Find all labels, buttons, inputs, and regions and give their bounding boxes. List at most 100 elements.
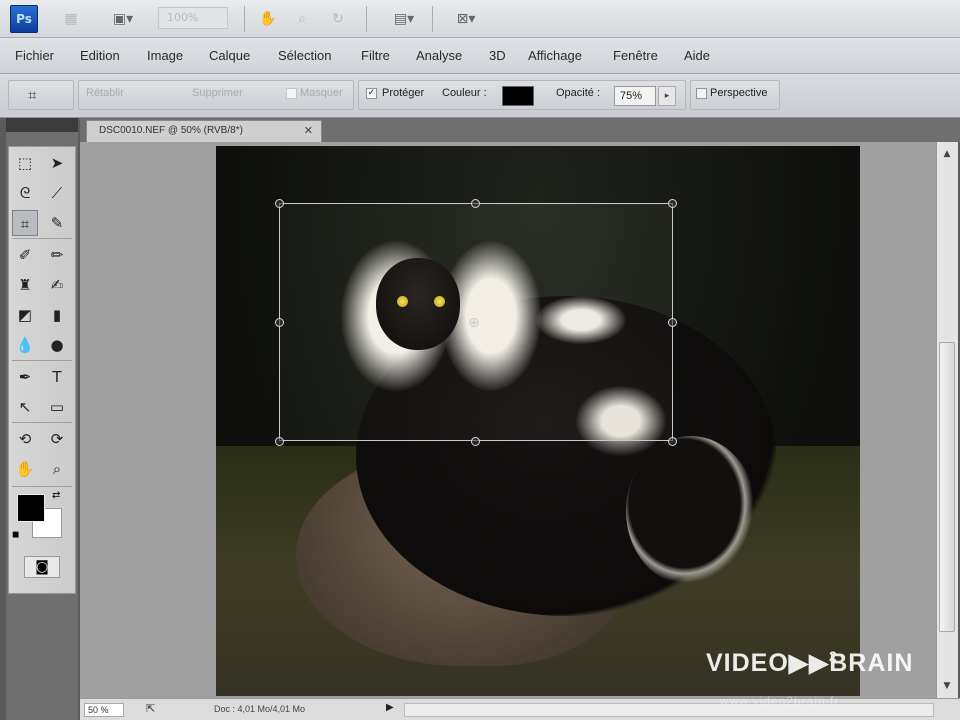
divider (12, 486, 72, 487)
document-tab[interactable]: DSC0010.NEF @ 50% (RVB/8*) ✕ (86, 120, 322, 142)
menu-fenetre[interactable]: Fenêtre (613, 48, 658, 63)
opacity-label: Opacité : (556, 87, 601, 99)
crop-handle-top-right[interactable] (668, 199, 677, 208)
document-tab-title: DSC0010.NEF @ 50% (RVB/8*) (99, 125, 243, 136)
protect-label: Protéger (382, 87, 425, 99)
divider (12, 238, 72, 239)
menu-fichier[interactable]: Fichier (15, 48, 54, 63)
tools-panel-header[interactable] (6, 118, 78, 132)
crop-handle-right[interactable] (668, 318, 677, 327)
menu-affichage[interactable]: Affichage (528, 48, 582, 63)
quick-selection-tool-icon[interactable]: ⟋ (44, 180, 70, 206)
menu-analyse[interactable]: Analyse (416, 48, 462, 63)
tool-preset-group (8, 80, 74, 110)
status-menu-icon[interactable]: ▶ (386, 702, 394, 713)
menu-calque[interactable]: Calque (209, 48, 250, 63)
shape-tool-icon[interactable]: ▭ (44, 394, 70, 420)
swap-colors-icon[interactable]: ⇄ (52, 490, 60, 501)
crop-handle-top-left[interactable] (275, 199, 284, 208)
crop-handle-left[interactable] (275, 318, 284, 327)
rotate-view-icon[interactable]: ↻ (326, 7, 350, 31)
brush-tool-icon[interactable]: ✏ (44, 242, 70, 268)
menu-aide[interactable]: Aide (684, 48, 710, 63)
arrange-documents-icon[interactable]: ▤▾ (382, 7, 426, 31)
delete-label[interactable]: Supprimer (192, 87, 243, 99)
photoshop-logo: Ps (10, 5, 38, 33)
history-brush-tool-icon[interactable]: ✍ (44, 272, 70, 298)
blur-tool-icon[interactable]: 💧 (12, 332, 38, 358)
hand-icon[interactable]: ✋ (256, 7, 280, 31)
watermark-video: VIDEO (706, 649, 789, 677)
watermark-superscript: 2 (829, 648, 838, 664)
path-selection-tool-icon[interactable]: ↖ (12, 394, 38, 420)
divider (244, 6, 245, 32)
status-zoom-field[interactable]: 50 % (84, 703, 124, 717)
opacity-field[interactable]: 75% (614, 86, 656, 106)
perspective-checkbox[interactable] (696, 88, 707, 99)
bridge-icon[interactable]: ▦ (58, 7, 84, 31)
zoom-level-field[interactable]: 100% (158, 7, 228, 29)
crop-handle-bottom-left[interactable] (275, 437, 284, 446)
crop-shield-left (216, 203, 279, 441)
marquee-tool-icon[interactable]: ⬚ (12, 150, 38, 176)
type-tool-icon[interactable]: T (44, 364, 70, 390)
crop-handle-top[interactable] (471, 199, 480, 208)
vertical-scrollbar[interactable]: ▲ ▼ (936, 142, 958, 702)
watermark-arrows-icon: ▶▶ (788, 649, 830, 677)
clone-stamp-tool-icon[interactable]: ♜ (12, 272, 38, 298)
crop-pivot-icon[interactable]: ⊕ (468, 315, 480, 331)
crop-icon[interactable]: ⌗ (28, 86, 36, 104)
divider (366, 6, 367, 32)
scroll-down-icon[interactable]: ▼ (939, 678, 955, 694)
zoom-tool-icon[interactable]: ⌕ (290, 7, 314, 31)
scroll-thumb[interactable] (939, 342, 955, 632)
zoom-tool-icon[interactable]: ⌕ (44, 456, 70, 482)
close-icon[interactable]: ✕ (304, 121, 313, 141)
menu-selection[interactable]: Sélection (278, 48, 331, 63)
shield-color-swatch[interactable] (502, 86, 534, 106)
divider (432, 6, 433, 32)
lasso-tool-icon[interactable]: ᘓ (12, 180, 38, 206)
options-bar: ⌗ Rétablir Supprimer Masquer ✓ Protéger … (0, 74, 960, 118)
eraser-tool-icon[interactable]: ◩ (12, 302, 38, 328)
photoshop-window: Ps ▦ ▣▾ 100% ✋ ⌕ ↻ ▤▾ ⊠▾ Fichier Edition… (0, 0, 960, 720)
healing-brush-tool-icon[interactable]: ✐ (12, 242, 38, 268)
crop-shield-right (673, 203, 860, 441)
status-export-icon[interactable]: ⇱ (146, 702, 155, 715)
crop-handle-bottom-right[interactable] (668, 437, 677, 446)
application-bar: Ps ▦ ▣▾ 100% ✋ ⌕ ↻ ▤▾ ⊠▾ (0, 0, 960, 38)
color-label: Couleur : (442, 87, 487, 99)
crop-handle-bottom[interactable] (471, 437, 480, 446)
video2brain-watermark: VIDEO▶▶BRAIN 2 www.video2brain.fr (706, 648, 938, 714)
menu-edition[interactable]: Edition (80, 48, 120, 63)
hide-radio[interactable] (286, 88, 297, 99)
gradient-tool-icon[interactable]: ▮ (44, 302, 70, 328)
extras-icon[interactable]: ⊠▾ (444, 7, 488, 31)
3d-rotate-tool-icon[interactable]: ⟲ (12, 426, 38, 452)
hand-tool-icon[interactable]: ✋ (12, 456, 38, 482)
scroll-up-icon[interactable]: ▲ (939, 146, 955, 162)
opacity-dropdown-icon[interactable]: ▸ (658, 86, 676, 106)
screen-mode-icon[interactable]: ▣▾ (102, 7, 144, 31)
cancel-label[interactable]: Rétablir (86, 87, 124, 99)
menu-filtre[interactable]: Filtre (361, 48, 390, 63)
menu-3d[interactable]: 3D (489, 48, 506, 63)
move-tool-icon[interactable]: ➤ (44, 150, 70, 176)
3d-orbit-tool-icon[interactable]: ⟳ (44, 426, 70, 452)
dodge-tool-icon[interactable]: ● (44, 332, 70, 358)
crop-shield-top (216, 146, 860, 203)
default-colors-icon[interactable]: ◼ (12, 530, 19, 540)
quick-mask-icon[interactable]: ◙ (24, 556, 60, 578)
perspective-label: Perspective (710, 87, 768, 99)
protect-checkbox[interactable]: ✓ (366, 88, 377, 99)
eyedropper-tool-icon[interactable]: ✎ (44, 210, 70, 236)
menu-image[interactable]: Image (147, 48, 183, 63)
hide-label[interactable]: Masquer (300, 87, 343, 99)
crop-tool-icon[interactable]: ⌗ (12, 210, 38, 236)
watermark-brain: BRAIN (829, 649, 914, 677)
foreground-color-swatch[interactable] (17, 494, 45, 522)
document-info: Doc : 4,01 Mo/4,01 Mo (214, 704, 306, 714)
divider (12, 360, 72, 361)
pen-tool-icon[interactable]: ✒ (12, 364, 38, 390)
menu-bar: Fichier Edition Image Calque Sélection F… (0, 38, 960, 74)
